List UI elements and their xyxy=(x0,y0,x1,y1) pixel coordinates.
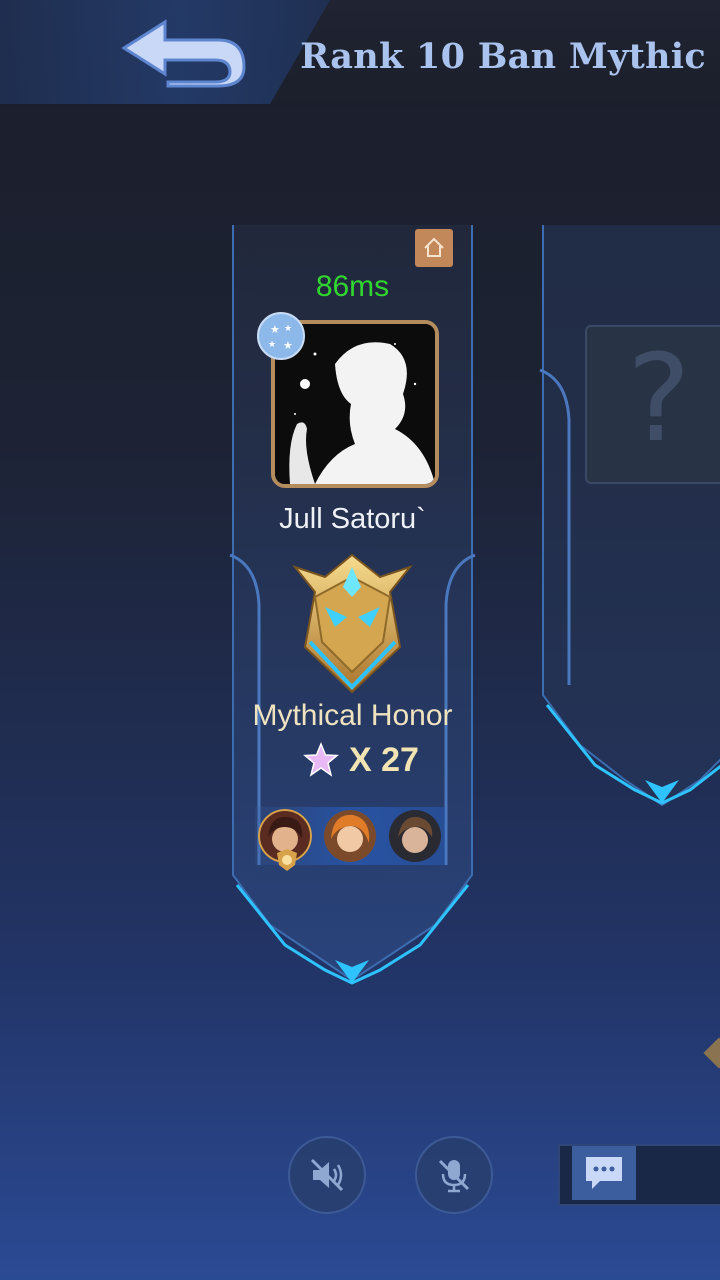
edge-indicator xyxy=(703,1037,720,1069)
chat-button[interactable] xyxy=(572,1146,636,1200)
banner-frame-empty xyxy=(539,225,720,807)
hero-portrait-3[interactable] xyxy=(388,809,442,863)
rank-stars: X 27 xyxy=(303,740,419,780)
star-badge-icon: ★ ★ ★ ★ xyxy=(256,311,306,361)
top-bar: Rank 10 Ban Mythic xyxy=(0,0,720,108)
player-card[interactable]: 86ms ★ ★ ★ ★ Jull Satoru` Mythical Honor… xyxy=(225,225,480,990)
empty-player-slot[interactable]: ? xyxy=(535,225,720,815)
player-name: Jull Satoru` xyxy=(279,503,426,535)
hero-rank-badge-icon xyxy=(275,849,299,871)
ping-text: 86ms xyxy=(315,270,390,303)
home-button[interactable] xyxy=(415,229,453,267)
empty-avatar-slot: ? xyxy=(585,325,720,484)
svg-text:★: ★ xyxy=(283,339,293,352)
star-icon xyxy=(303,742,339,777)
hero-portrait-2[interactable] xyxy=(323,809,377,863)
back-button[interactable] xyxy=(110,12,260,92)
question-mark-icon: ? xyxy=(627,330,691,469)
home-icon xyxy=(424,237,444,257)
rank-name: Mythical Honor xyxy=(252,699,453,732)
mythical-honor-emblem-icon xyxy=(285,547,420,697)
svg-text:★: ★ xyxy=(268,340,276,350)
speaker-mute-button[interactable] xyxy=(288,1136,366,1214)
hero-list xyxy=(255,807,445,871)
speaker-muted-icon xyxy=(310,1158,344,1192)
svg-text:★: ★ xyxy=(284,324,292,334)
back-arrow-icon xyxy=(121,19,246,88)
mic-mute-button[interactable] xyxy=(415,1136,493,1214)
chat-icon xyxy=(586,1157,622,1189)
svg-text:★: ★ xyxy=(270,323,280,336)
page-title: Rank 10 Ban Mythic xyxy=(300,36,706,77)
mic-muted-icon xyxy=(438,1159,470,1193)
star-count: X 27 xyxy=(349,740,419,779)
